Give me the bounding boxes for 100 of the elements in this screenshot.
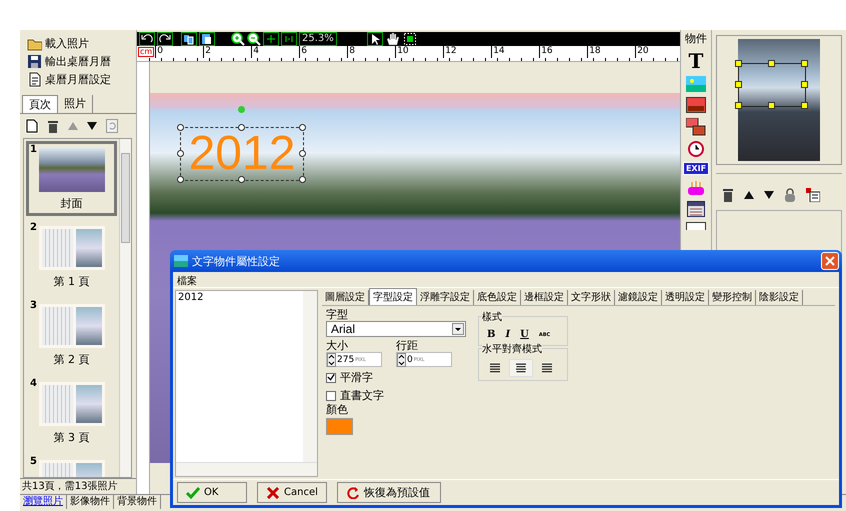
- list-item[interactable]: 2012: [176, 291, 303, 304]
- tab[interactable]: 底色設定: [474, 290, 521, 305]
- resize-handle[interactable]: [735, 81, 742, 88]
- tab[interactable]: 浮雕字設定: [417, 290, 474, 305]
- undo-icon[interactable]: [139, 32, 155, 46]
- resize-handle[interactable]: [177, 176, 184, 183]
- selection-frame[interactable]: [738, 63, 806, 107]
- page-number: 3: [30, 300, 37, 311]
- sunset-picture-icon[interactable]: [686, 97, 706, 113]
- resize-handle[interactable]: [735, 102, 742, 109]
- tab[interactable]: 背景物件: [114, 495, 161, 509]
- paste-icon[interactable]: [199, 32, 215, 46]
- redo-icon[interactable]: [157, 32, 173, 46]
- calendar-grid-drawing: [42, 385, 72, 423]
- page-thumbnail-item[interactable]: 2 第 1 頁: [26, 219, 117, 294]
- tab[interactable]: 頁次: [22, 95, 58, 113]
- hand-icon[interactable]: [384, 32, 401, 46]
- scrollbar[interactable]: [119, 139, 131, 477]
- zoom-in-icon[interactable]: [231, 32, 245, 46]
- tab[interactable]: 文字形狀: [568, 290, 615, 305]
- resize-handle[interactable]: [299, 176, 306, 183]
- ruler-number: 10: [395, 46, 444, 58]
- calendar-icon[interactable]: [687, 201, 705, 217]
- color-swatch[interactable]: [326, 418, 353, 435]
- reset-button[interactable]: 恢復為預設值: [337, 482, 441, 503]
- check-icon: [327, 373, 335, 382]
- photo-placeholder: [76, 307, 102, 345]
- exif-tool[interactable]: EXIF: [682, 162, 710, 175]
- page-number: 5: [30, 456, 37, 467]
- page-thumbnail-item[interactable]: 1 封面: [26, 141, 117, 216]
- style-button[interactable]: B: [483, 327, 500, 342]
- clock-icon[interactable]: [688, 141, 704, 157]
- checkbox[interactable]: 直書文字: [326, 388, 466, 403]
- zoom-level[interactable]: 25.3%: [299, 32, 337, 46]
- actual-size-icon[interactable]: [281, 32, 297, 46]
- zoom-out-icon[interactable]: [247, 32, 261, 46]
- page-number: 4: [30, 378, 37, 389]
- circular-arrow-icon: [346, 486, 360, 499]
- resize-handle[interactable]: [768, 60, 775, 67]
- resize-handle[interactable]: [238, 176, 245, 183]
- tab[interactable]: 邊框設定: [521, 290, 568, 305]
- menu-item[interactable]: 輸出桌曆月曆: [27, 53, 136, 69]
- menu-item[interactable]: 桌曆月曆設定: [27, 71, 136, 87]
- tab[interactable]: 瀏覽照片: [20, 495, 67, 509]
- tab[interactable]: 陰影設定: [756, 290, 803, 305]
- resize-handle[interactable]: [735, 60, 742, 67]
- tab[interactable]: 濾鏡設定: [615, 290, 662, 305]
- ok-button[interactable]: OK: [177, 482, 247, 503]
- menu-item[interactable]: 載入照片: [27, 35, 136, 51]
- resize-handle[interactable]: [177, 150, 184, 157]
- copy-icon[interactable]: [181, 32, 197, 46]
- text-box-icon[interactable]: [686, 222, 706, 230]
- cake-icon[interactable]: [686, 180, 706, 196]
- style-button[interactable]: I: [501, 327, 514, 342]
- scrollbar[interactable]: [303, 291, 317, 462]
- up-triangle-icon[interactable]: [744, 190, 754, 200]
- trash-icon[interactable]: [722, 188, 734, 202]
- tab[interactable]: 照片: [58, 95, 93, 113]
- select-area-icon[interactable]: [402, 32, 417, 46]
- page-thumbnail-item[interactable]: 4 第 3 頁: [26, 375, 117, 450]
- scrollbar[interactable]: [176, 462, 317, 476]
- checkbox[interactable]: 平滑字: [326, 370, 466, 385]
- tab[interactable]: 字型設定: [369, 288, 417, 305]
- resize-handle[interactable]: [177, 124, 184, 131]
- tab[interactable]: 影像物件: [67, 495, 114, 509]
- rotate-handle[interactable]: [238, 106, 245, 113]
- new-page-icon[interactable]: [26, 119, 38, 133]
- tab[interactable]: 透明設定: [662, 290, 709, 305]
- page-label: 第 1 頁: [54, 274, 90, 289]
- menu-item[interactable]: 檔案: [177, 274, 197, 287]
- text-tool[interactable]: T: [688, 51, 704, 71]
- down-triangle-icon[interactable]: [764, 190, 774, 200]
- resize-handle[interactable]: [801, 102, 808, 109]
- lock-icon[interactable]: [784, 188, 796, 202]
- field-label: 顏色: [326, 403, 349, 416]
- trash-icon[interactable]: [47, 119, 59, 133]
- resize-handle[interactable]: [801, 81, 808, 88]
- resize-handle[interactable]: [299, 124, 306, 131]
- cancel-button[interactable]: Cancel: [257, 482, 327, 503]
- down-triangle-icon[interactable]: [87, 121, 97, 131]
- spinner-arrows-icon: [397, 352, 406, 366]
- ruler-number: 2: [203, 46, 252, 58]
- fit-page-icon[interactable]: [263, 32, 279, 46]
- photo-placeholder: [38, 148, 104, 192]
- page-thumbnail-item[interactable]: 3 第 2 頁: [26, 297, 117, 372]
- overlapping-pictures-icon[interactable]: [686, 118, 706, 136]
- page-label: 第 3 頁: [54, 430, 90, 445]
- unit-label: cm: [138, 47, 154, 57]
- resize-handle[interactable]: [768, 102, 775, 109]
- resize-handle[interactable]: [801, 60, 808, 67]
- style-button[interactable]: U: [516, 327, 533, 342]
- align-button[interactable]: [509, 359, 533, 377]
- resize-handle[interactable]: [299, 150, 306, 157]
- pointer-icon[interactable]: [366, 32, 383, 46]
- close-icon: [825, 256, 835, 266]
- font-dropdown[interactable]: Arial: [326, 321, 466, 337]
- properties-icon[interactable]: [806, 188, 820, 202]
- close-button[interactable]: [821, 252, 839, 270]
- resize-handle[interactable]: [238, 124, 245, 131]
- tab[interactable]: 變形控制: [709, 290, 756, 305]
